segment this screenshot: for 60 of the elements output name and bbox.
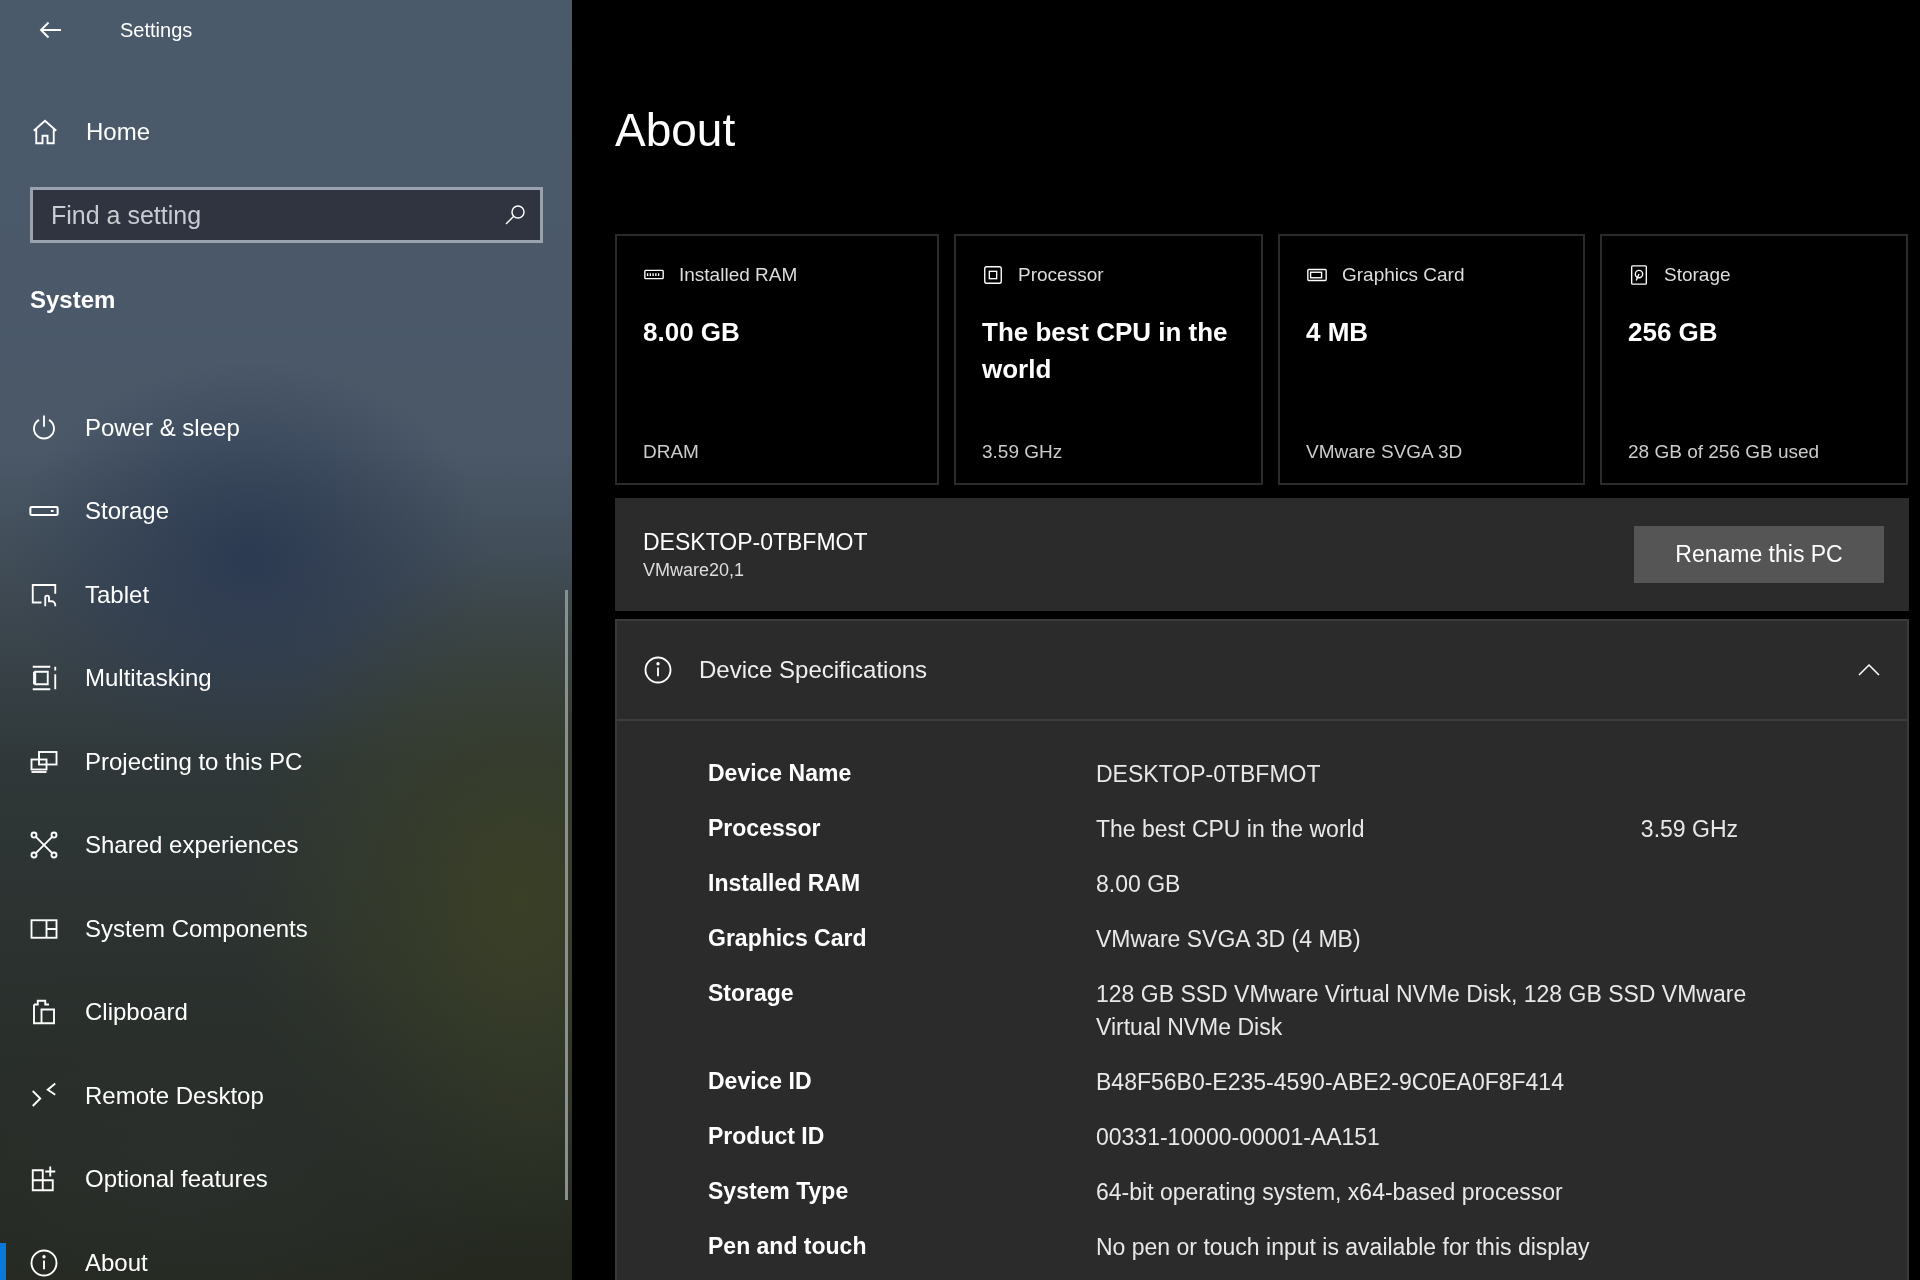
card-label: Processor (1018, 264, 1104, 286)
spec-value: The best CPU in the world (1096, 815, 1365, 844)
card-detail: 3.59 GHz (982, 441, 1064, 463)
sidebar-item[interactable]: Clipboard (0, 970, 572, 1054)
card-value: 4 MB (1306, 316, 1370, 349)
sidebar-item[interactable]: System Components (0, 887, 572, 971)
spec-label: Product ID (708, 1122, 826, 1151)
section-title: Device Specifications (699, 656, 929, 684)
sidebar-item[interactable]: About (0, 1221, 572, 1280)
search-field[interactable]: Find a setting (30, 187, 543, 243)
home-nav-item[interactable]: Home (0, 102, 157, 162)
sidebar-item[interactable]: Shared experiences (0, 803, 572, 887)
sidebar-item[interactable]: Projecting to this PC (0, 720, 572, 804)
shared-nodes-icon (29, 830, 59, 861)
rename-button[interactable]: Rename this PC (1634, 526, 1884, 583)
pc-model: VMware20,1 (643, 559, 746, 581)
card-label: Storage (1664, 264, 1731, 286)
sidebar-item[interactable]: Storage (0, 469, 572, 553)
info-icon (29, 1247, 59, 1278)
spec-value: 8.00 GB (1096, 870, 1181, 899)
scrollbar[interactable] (565, 590, 568, 1200)
drive-icon (29, 505, 59, 518)
spec-value: B48F56B0-E235-4590-ABE2-9C0EA0F8F414 (1096, 1068, 1564, 1097)
spec-label: Graphics Card (708, 924, 868, 953)
card-value: The best CPU in the world (982, 316, 1229, 386)
card-detail: VMware SVGA 3D (1306, 441, 1464, 463)
card-detail: 28 GB of 256 GB used (1628, 441, 1821, 463)
spec-label: Installed RAM (708, 869, 862, 898)
search-icon[interactable] (503, 203, 527, 227)
card-value: 8.00 GB (643, 316, 741, 349)
spec-value: 64-bit operating system, x64-based processor (1096, 1178, 1563, 1207)
spec-value: VMware SVGA 3D (4 MB) (1096, 925, 1361, 954)
spec-label: Device ID (708, 1067, 813, 1096)
sidebar-item[interactable]: Power & sleep (0, 386, 572, 470)
spec-label: Processor (708, 814, 822, 843)
spec-label: System Type (708, 1177, 850, 1206)
spec-value: 00331-10000-00001-AA151 (1096, 1123, 1380, 1152)
specifications-header[interactable]: Device Specifications (617, 621, 1907, 721)
pc-name: DESKTOP-0TBFMOT (643, 528, 869, 556)
section-heading: System (30, 285, 117, 315)
sidebar-item[interactable]: Optional features (0, 1137, 572, 1221)
card-value: 256 GB (1628, 316, 1719, 349)
chip-icon (982, 264, 1004, 286)
spec-value: 3.59 GHz (1640, 815, 1738, 844)
spec-label: Device Name (708, 759, 853, 788)
page-title: About (615, 103, 737, 158)
sidebar-item[interactable]: Remote Desktop (0, 1054, 572, 1138)
card-label: Installed RAM (679, 264, 798, 286)
card-detail: DRAM (643, 441, 700, 463)
spec-value: DESKTOP-0TBFMOT (1096, 760, 1321, 789)
info-icon (643, 655, 673, 685)
spec-label: Pen and touch (708, 1232, 868, 1261)
chevron-icon[interactable] (1857, 663, 1881, 677)
sidebar-item[interactable]: Tablet (0, 553, 572, 637)
window-title: Settings (120, 18, 193, 42)
card-label: Graphics Card (1342, 264, 1465, 286)
spec-value: 128 GB SSD VMware Virtual NVMe Disk, 128 GB SSD VMware Virtual NVMe Disk (1096, 980, 1748, 1042)
spec-label: Storage (708, 979, 795, 1008)
sidebar-item[interactable]: Multitasking (0, 636, 572, 720)
spec-value: No pen or touch input is available for this display (1096, 1233, 1590, 1262)
